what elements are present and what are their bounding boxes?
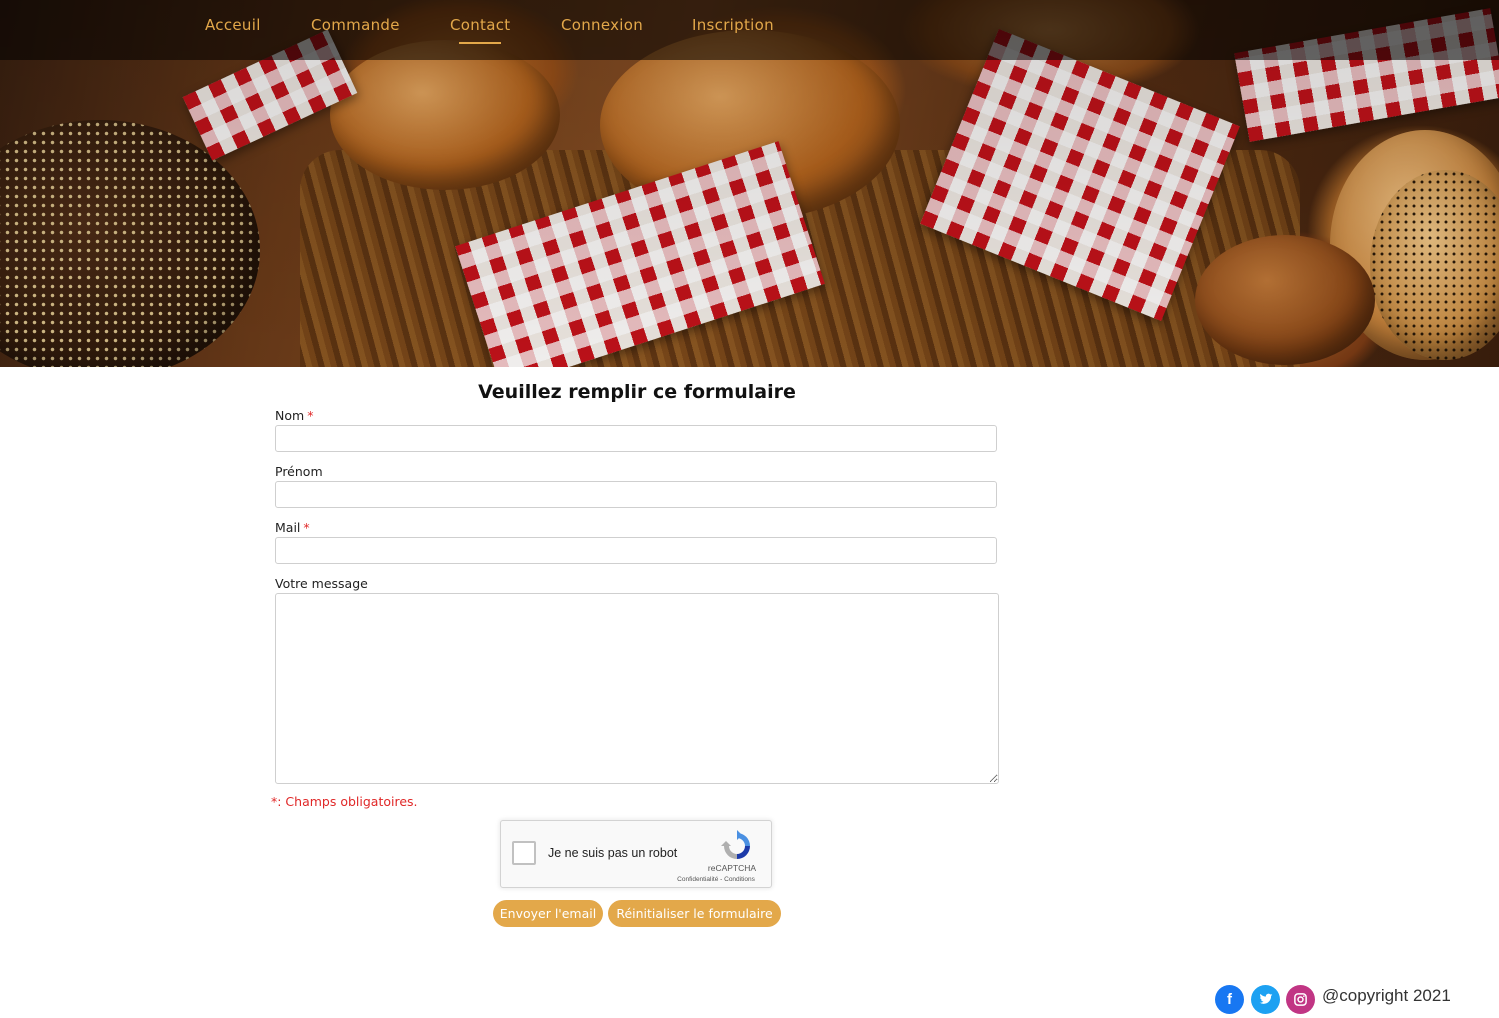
recaptcha-brand: reCAPTCHA: [707, 863, 757, 873]
mail-label: Mail *: [275, 520, 310, 535]
reset-form-button[interactable]: Réinitialiser le formulaire: [608, 900, 781, 927]
prenom-input[interactable]: [275, 481, 997, 508]
nav-item-commande[interactable]: Commande: [311, 16, 400, 34]
required-mark: *: [303, 520, 310, 535]
nav-item-contact[interactable]: Contact: [450, 16, 510, 34]
required-mark: *: [307, 408, 314, 423]
nav-item-connexion[interactable]: Connexion: [561, 16, 643, 34]
mail-input[interactable]: [275, 537, 997, 564]
message-textarea[interactable]: [275, 593, 999, 784]
nav-item-acceuil[interactable]: Acceuil: [205, 16, 261, 34]
required-fields-note: *: Champs obligatoires.: [271, 794, 418, 809]
copyright-text: @copyright 2021: [1322, 986, 1451, 1005]
recaptcha-checkbox[interactable]: [512, 841, 536, 865]
main-navbar: Acceuil Commande Contact Connexion Inscr…: [0, 0, 1499, 60]
nom-input[interactable]: [275, 425, 997, 452]
recaptcha-links[interactable]: Confidentialité - Conditions: [661, 876, 771, 883]
recaptcha-widget: Je ne suis pas un robot reCAPTCHA Confid…: [500, 820, 772, 888]
prenom-label: Prénom: [275, 464, 323, 479]
recaptcha-label: Je ne suis pas un robot: [548, 846, 678, 860]
recaptcha-logo-icon: [721, 830, 750, 859]
instagram-camera-icon: [1294, 993, 1307, 1006]
hero-banner: Acceuil Commande Contact Connexion Inscr…: [0, 0, 1499, 367]
instagram-icon[interactable]: [1286, 985, 1315, 1014]
form-title: Veuillez remplir ce formulaire: [478, 381, 796, 403]
nav-item-inscription[interactable]: Inscription: [692, 16, 774, 34]
message-label: Votre message: [275, 576, 368, 591]
send-email-button[interactable]: Envoyer l'email: [493, 900, 603, 927]
twitter-bird-icon: [1259, 993, 1272, 1004]
facebook-icon[interactable]: f: [1215, 985, 1244, 1014]
nom-label-text: Nom: [275, 408, 305, 423]
twitter-icon[interactable]: [1251, 985, 1280, 1014]
nom-label: Nom *: [275, 408, 313, 423]
mail-label-text: Mail: [275, 520, 301, 535]
